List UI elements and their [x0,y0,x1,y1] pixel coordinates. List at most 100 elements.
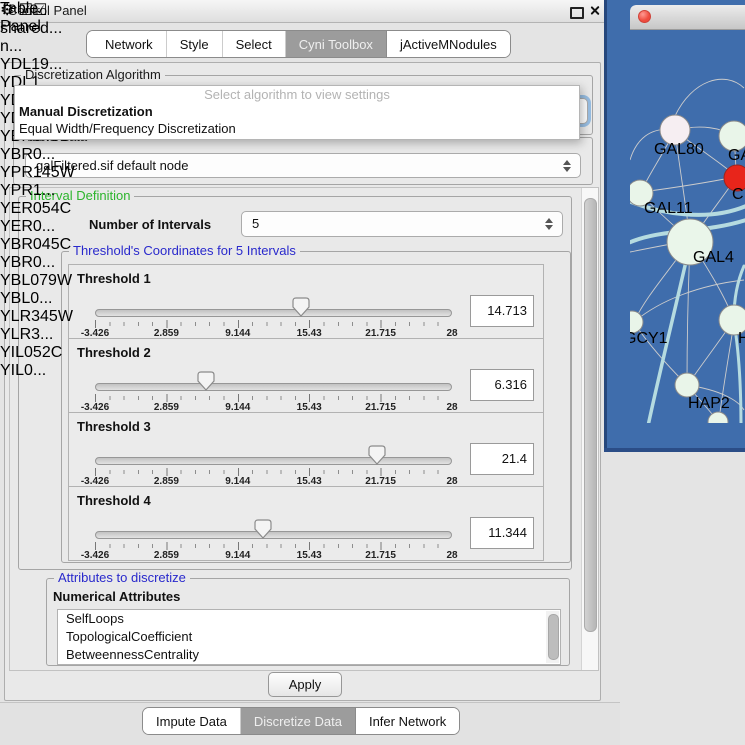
thresholds-group-label: Threshold's Coordinates for 5 Intervals [69,243,300,258]
slider-track[interactable] [95,309,452,317]
table-cell[interactable]: YER0... [0,218,75,236]
number-of-intervals-combobox[interactable]: 5 [241,211,563,237]
slider-handle[interactable] [197,371,215,391]
tab-label: Discretize Data [254,714,342,729]
close-icon[interactable] [589,5,600,16]
minimize-traffic-light[interactable] [656,10,669,23]
vertical-scrollbar[interactable] [581,188,598,670]
cyni-toolbox-panel: Discretization Algorithm Select algorith… [4,62,601,701]
table-cell[interactable]: YBL0... [0,290,75,308]
table-row[interactable]: YIL052C YIL0... [0,344,75,380]
table-cell[interactable]: YLR345W [0,308,75,326]
tab-style[interactable]: Style [167,31,223,57]
control-panel-titlebar: Control Panel [0,0,604,23]
apply-button[interactable]: Apply [268,672,342,697]
slider-scale-label: 15.43 [297,550,322,561]
slider-scale-label: 15.43 [297,328,322,339]
table-cell[interactable]: YBL079W [0,272,75,290]
scrollbar-thumb[interactable] [548,614,559,660]
threshold-value-field[interactable]: 6.316 [470,369,534,401]
table-row[interactable]: YLR345W YLR3... [0,308,75,344]
column-header-shared-name[interactable]: shared... [0,20,75,38]
algorithm-dropdown-popup: Select algorithm to view settings Manual… [14,85,580,140]
table-cell[interactable]: YBR045C [0,236,75,254]
tab-infer-network[interactable]: Infer Network [356,708,459,734]
slider-handle[interactable] [292,297,310,317]
list-item[interactable]: BetweennessCentrality [58,646,560,664]
network-canvas[interactable]: GAL80GACGAL11GAL4GCY1HHAP2 [630,30,745,423]
table-cell[interactable]: YLR3... [0,326,75,344]
table-row[interactable]: YBL079W YBL0... [0,272,75,308]
network-node[interactable] [708,412,728,423]
threshold-slider[interactable]: -3.4262.8599.14415.4321.71528 [95,369,452,411]
slider-track[interactable] [95,383,452,391]
table-panel-card: ⚙ ☑☑ shared... n... YDL19... YDL1... YDR… [0,0,75,380]
tab-jactivemnodules[interactable]: jActiveMNodules [387,31,510,57]
threshold-value-field[interactable]: 21.4 [470,443,534,475]
network-node[interactable] [675,373,699,397]
tab-discretize-data[interactable]: Discretize Data [241,708,356,734]
table-row[interactable]: YER054C YER0... [0,200,75,236]
attributes-group: Attributes to discretize Numerical Attri… [46,578,570,666]
table-cell[interactable]: YPR145W [0,164,75,182]
table-cell[interactable]: YER054C [0,200,75,218]
table-cell[interactable]: YBR0... [0,254,75,272]
network-window-frame: GAL80GACGAL11GAL4GCY1HHAP2 [604,0,745,452]
tab-label: Infer Network [369,714,446,729]
threshold-value-field[interactable]: 11.344 [470,517,534,549]
popup-item-manual-discretization[interactable]: Manual Discretization [15,103,579,120]
table-cell[interactable]: YBR0... [0,146,75,164]
threshold-slider[interactable]: -3.4262.8599.14415.4321.71528 [95,517,452,559]
attributes-group-label: Attributes to discretize [54,570,190,585]
popup-placeholder-item: Select algorithm to view settings [15,86,579,103]
threshold-slider[interactable]: -3.4262.8599.14415.4321.71528 [95,295,452,337]
slider-handle[interactable] [368,445,386,465]
slider-scale-label: -3.426 [81,550,109,561]
table-header-row: shared... n... [0,20,75,56]
list-item[interactable]: TopologicalCoefficient [58,628,560,646]
table-cell[interactable]: YDL19... [0,56,75,74]
slider-scale-label: 21.715 [365,476,396,487]
slider-scale: -3.4262.8599.14415.4321.71528 [95,550,452,562]
bottom-tab-bar: Impute Data Discretize Data Infer Networ… [142,707,460,735]
slider-track[interactable] [95,531,452,539]
attr-items: SelfLoopsTopologicalCoefficientBetweenne… [58,610,560,664]
network-node-label: GAL4 [693,249,734,266]
slider-handle[interactable] [254,519,272,539]
popup-item-equal-width[interactable]: Equal Width/Frequency Discretization [15,120,579,137]
slider-scale-label: 21.715 [365,550,396,561]
table-cell[interactable]: YIL052C [0,344,75,362]
scrollbar-thumb[interactable] [584,198,597,632]
node-table: shared... n... YDL19... YDL1... YDR27...… [0,20,75,380]
mac-titlebar[interactable] [630,5,745,30]
threshold-slider[interactable]: -3.4262.8599.14415.4321.71528 [95,443,452,485]
column-header-name[interactable]: n... [0,38,75,56]
table-cell[interactable]: YPR1... [0,182,75,200]
network-node-label: HAP2 [688,395,730,412]
slider-scale-label: 28 [446,402,457,413]
gear-icon[interactable]: ⚙ [0,2,14,19]
list-item[interactable]: SelfLoops [58,610,560,628]
tab-label: Select [236,37,272,52]
slider-scale-label: 9.144 [225,476,250,487]
tab-cyni-toolbox[interactable]: Cyni Toolbox [286,31,387,57]
frame-edge [604,448,745,452]
table-data-combobox[interactable]: galFiltered.sif default node [25,153,581,178]
select-columns-icon[interactable]: ☑☑ [19,2,48,19]
list-scrollbar[interactable] [546,611,559,663]
float-window-icon[interactable] [570,7,584,19]
tab-select[interactable]: Select [223,31,286,57]
table-row[interactable]: YPR145W YPR1... [0,164,75,200]
slider-scale-label: 15.43 [297,476,322,487]
network-node-label: C [732,186,744,203]
slider-scale-label: 9.144 [225,550,250,561]
table-row[interactable]: YBR045C YBR0... [0,236,75,272]
tab-label: Cyni Toolbox [299,37,373,52]
tab-impute-data[interactable]: Impute Data [143,708,241,734]
interval-definition-group: Interval Definition Number of Intervals … [18,196,572,570]
threshold-value-field[interactable]: 14.713 [470,295,534,327]
table-cell[interactable]: YIL0... [0,362,75,380]
slider-track[interactable] [95,457,452,465]
tab-network[interactable]: Network [87,31,167,57]
zoom-traffic-light[interactable] [630,10,643,23]
